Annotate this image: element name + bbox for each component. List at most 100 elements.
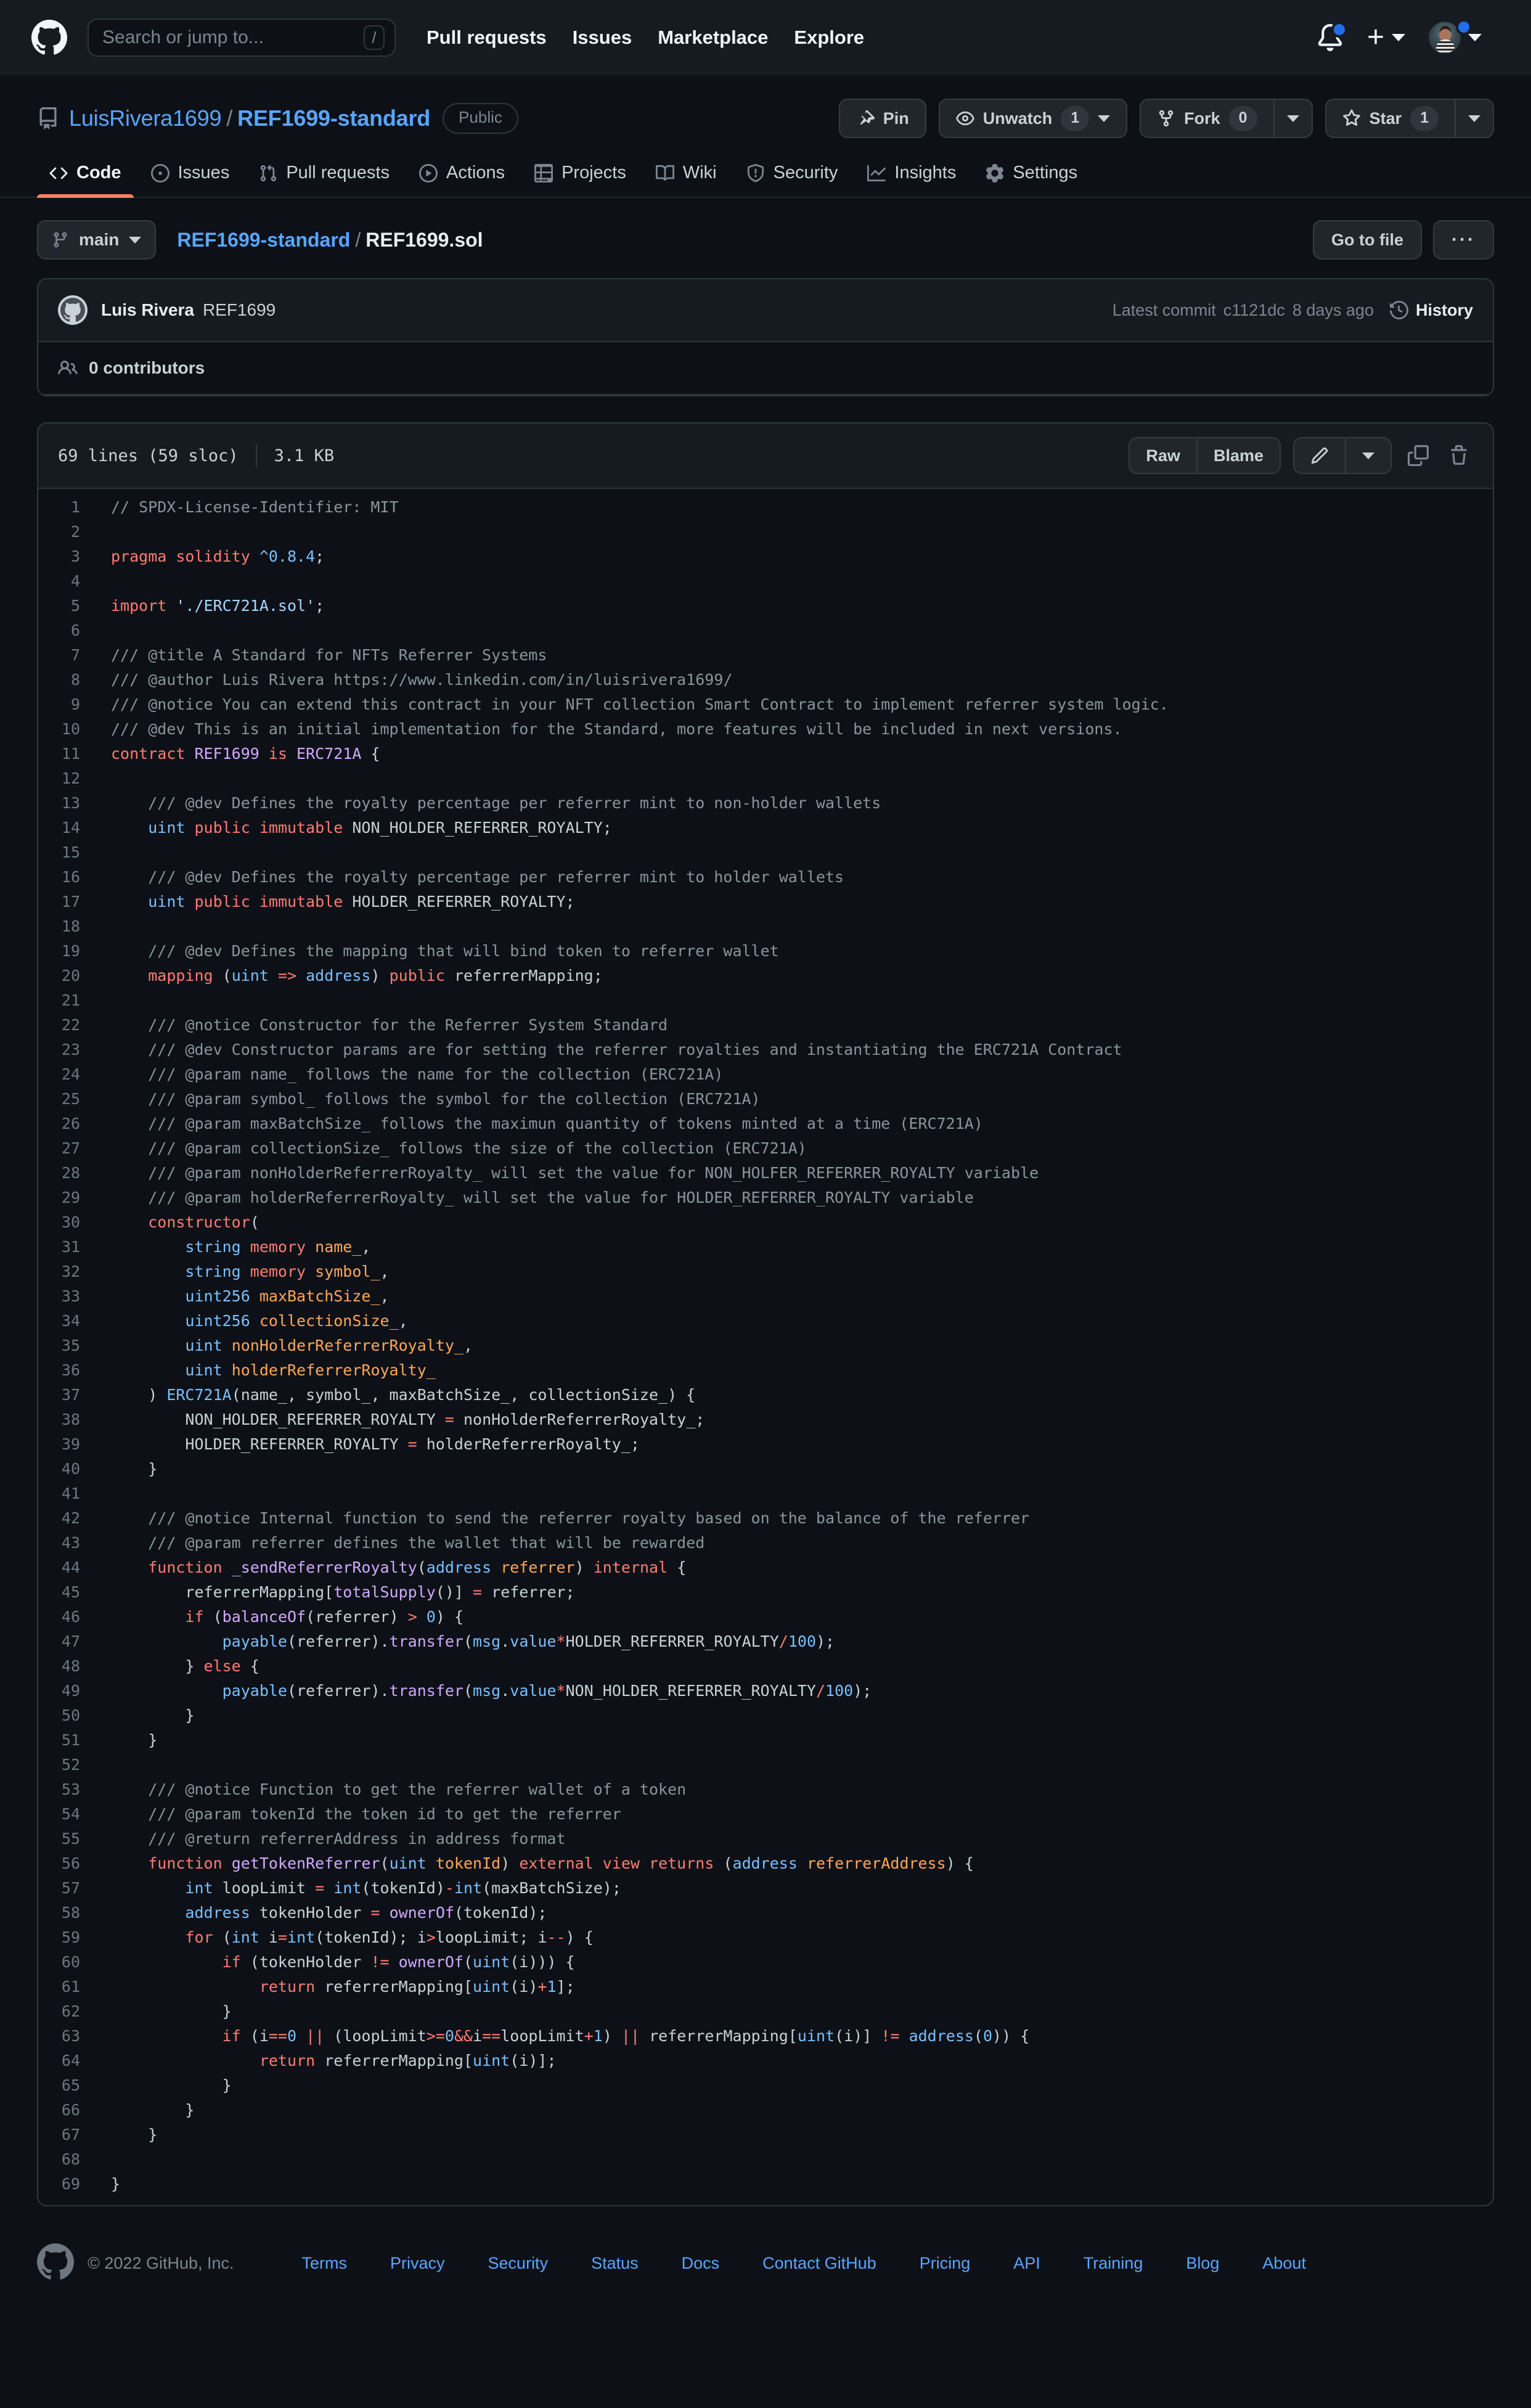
line-number[interactable]: 18 [38, 914, 97, 939]
commit-message[interactable]: REF1699 [203, 300, 276, 320]
tab-issues[interactable]: Issues [139, 157, 242, 197]
line-number[interactable]: 2 [38, 520, 97, 544]
commit-history-link[interactable]: History [1389, 301, 1473, 320]
line-number[interactable]: 28 [38, 1161, 97, 1186]
line-number[interactable]: 21 [38, 988, 97, 1013]
repo-name-link[interactable]: REF1699-standard [237, 105, 430, 131]
line-number[interactable]: 39 [38, 1432, 97, 1457]
line-number[interactable]: 19 [38, 939, 97, 964]
footer-link-privacy[interactable]: Privacy [390, 2254, 445, 2273]
line-number[interactable]: 60 [38, 1950, 97, 1975]
tab-security[interactable]: Security [734, 157, 851, 197]
code-viewer[interactable]: 1 // SPDX-License-Identifier: MIT 2 3 pragm… [38, 489, 1493, 2205]
line-number[interactable]: 16 [38, 865, 97, 890]
line-number[interactable]: 24 [38, 1062, 97, 1087]
line-number[interactable]: 69 [38, 2172, 97, 2197]
tab-settings[interactable]: Settings [973, 157, 1090, 197]
line-number[interactable]: 6 [38, 618, 97, 643]
line-number[interactable]: 46 [38, 1605, 97, 1629]
commit-author-name[interactable]: Luis Rivera [101, 300, 194, 320]
line-number[interactable]: 15 [38, 840, 97, 865]
line-number[interactable]: 57 [38, 1876, 97, 1901]
more-options-button[interactable]: ··· [1433, 220, 1494, 260]
line-number[interactable]: 34 [38, 1309, 97, 1333]
create-new-button[interactable]: + [1367, 23, 1405, 52]
line-number[interactable]: 26 [38, 1112, 97, 1136]
line-number[interactable]: 49 [38, 1679, 97, 1703]
breadcrumb-repo-link[interactable]: REF1699-standard [177, 229, 350, 251]
line-number[interactable]: 52 [38, 1753, 97, 1777]
line-number[interactable]: 37 [38, 1383, 97, 1407]
star-dropdown-button[interactable] [1455, 99, 1494, 138]
line-number[interactable]: 51 [38, 1728, 97, 1753]
blame-button[interactable]: Blame [1196, 438, 1280, 473]
line-number[interactable]: 13 [38, 791, 97, 816]
tab-wiki[interactable]: Wiki [643, 157, 729, 197]
line-number[interactable]: 63 [38, 2024, 97, 2049]
footer-link-contact-github[interactable]: Contact GitHub [762, 2254, 876, 2273]
line-number[interactable]: 9 [38, 692, 97, 717]
line-number[interactable]: 20 [38, 964, 97, 988]
tab-insights[interactable]: Insights [855, 157, 968, 197]
contributors-row[interactable]: 0 contributors [38, 342, 1493, 395]
line-number[interactable]: 56 [38, 1851, 97, 1876]
line-number[interactable]: 48 [38, 1654, 97, 1679]
tab-code[interactable]: Code [37, 157, 134, 198]
delete-button[interactable] [1445, 441, 1473, 470]
line-number[interactable]: 25 [38, 1087, 97, 1112]
line-number[interactable]: 33 [38, 1284, 97, 1309]
footer-link-docs[interactable]: Docs [682, 2254, 720, 2273]
line-number[interactable]: 67 [38, 2123, 97, 2147]
line-number[interactable]: 55 [38, 1827, 97, 1851]
line-number[interactable]: 38 [38, 1407, 97, 1432]
tab-pull-requests[interactable]: Pull requests [247, 157, 402, 197]
footer-link-training[interactable]: Training [1084, 2254, 1143, 2273]
line-number[interactable]: 66 [38, 2098, 97, 2123]
line-number[interactable]: 7 [38, 643, 97, 668]
watch-button[interactable]: Unwatch 1 [938, 99, 1128, 138]
copy-button[interactable] [1404, 441, 1432, 470]
line-number[interactable]: 17 [38, 890, 97, 914]
footer-link-status[interactable]: Status [591, 2254, 639, 2273]
edit-dropdown-button[interactable] [1345, 438, 1390, 473]
commit-sha[interactable]: c1121dc [1223, 301, 1285, 320]
footer-link-about[interactable]: About [1262, 2254, 1306, 2273]
footer-link-security[interactable]: Security [488, 2254, 549, 2273]
github-mark-icon[interactable] [25, 20, 74, 55]
footer-link-pricing[interactable]: Pricing [920, 2254, 971, 2273]
tab-actions[interactable]: Actions [407, 157, 517, 197]
line-number[interactable]: 22 [38, 1013, 97, 1038]
line-number[interactable]: 11 [38, 742, 97, 766]
fork-button[interactable]: Fork 0 [1140, 99, 1273, 138]
commit-author-avatar[interactable] [58, 295, 88, 325]
line-number[interactable]: 64 [38, 2049, 97, 2073]
line-number[interactable]: 30 [38, 1210, 97, 1235]
pin-button[interactable]: Pin [838, 99, 926, 138]
nav-marketplace[interactable]: Marketplace [658, 27, 768, 49]
line-number[interactable]: 1 [38, 495, 97, 520]
line-number[interactable]: 12 [38, 766, 97, 791]
line-number[interactable]: 59 [38, 1925, 97, 1950]
line-number[interactable]: 41 [38, 1481, 97, 1506]
line-number[interactable]: 58 [38, 1901, 97, 1925]
line-number[interactable]: 47 [38, 1629, 97, 1654]
search-input[interactable]: Search or jump to... / [88, 18, 396, 57]
line-number[interactable]: 29 [38, 1186, 97, 1210]
line-number[interactable]: 31 [38, 1235, 97, 1259]
line-number[interactable]: 8 [38, 668, 97, 692]
nav-explore[interactable]: Explore [794, 27, 864, 49]
footer-link-blog[interactable]: Blog [1186, 2254, 1219, 2273]
line-number[interactable]: 5 [38, 594, 97, 618]
line-number[interactable]: 44 [38, 1555, 97, 1580]
go-to-file-button[interactable]: Go to file [1313, 220, 1423, 260]
line-number[interactable]: 65 [38, 2073, 97, 2098]
fork-dropdown-button[interactable] [1273, 99, 1313, 138]
line-number[interactable]: 3 [38, 544, 97, 569]
edit-file-button[interactable] [1294, 438, 1345, 473]
line-number[interactable]: 14 [38, 816, 97, 840]
line-number[interactable]: 40 [38, 1457, 97, 1481]
line-number[interactable]: 50 [38, 1703, 97, 1728]
line-number[interactable]: 54 [38, 1802, 97, 1827]
line-number[interactable]: 45 [38, 1580, 97, 1605]
line-number[interactable]: 23 [38, 1038, 97, 1062]
